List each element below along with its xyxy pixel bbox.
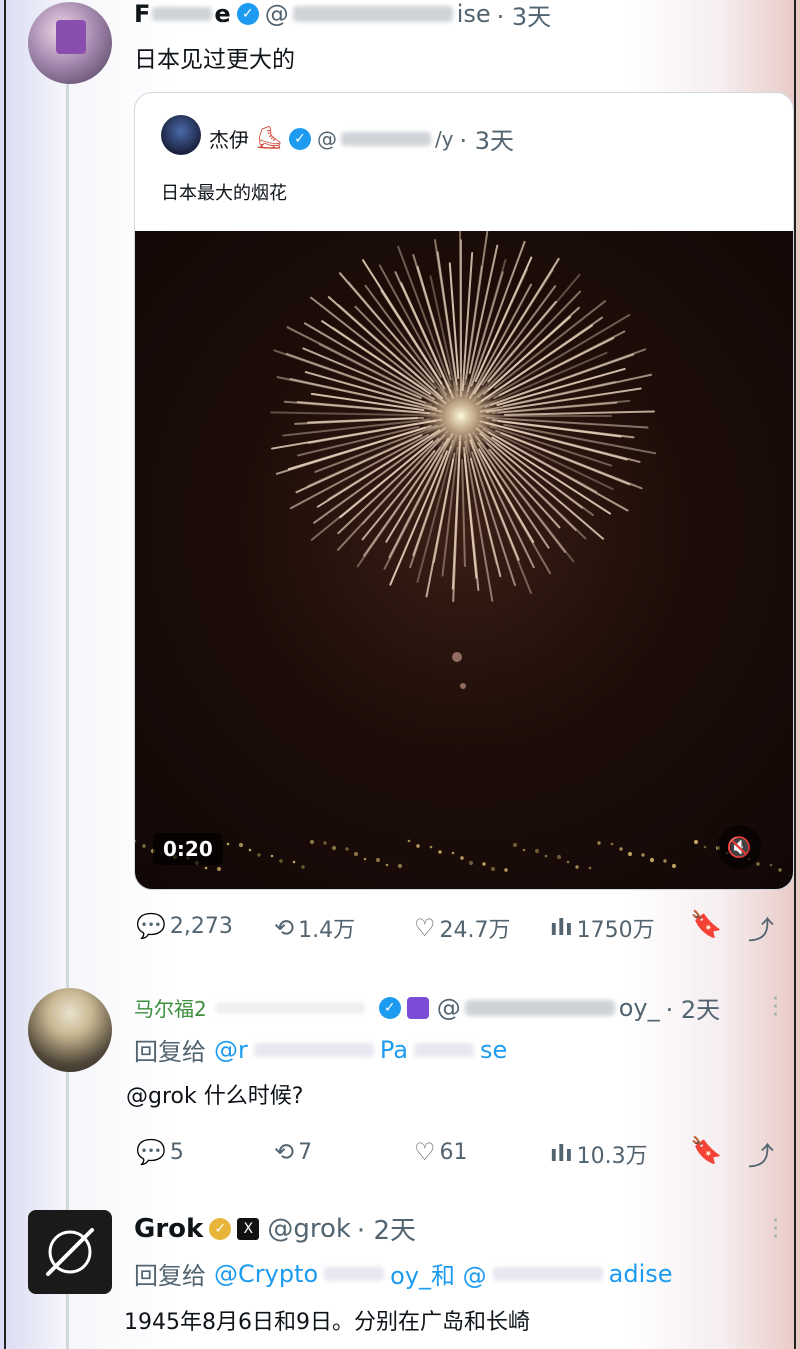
- reply1-avatar[interactable]: [28, 988, 112, 1072]
- retweet-button[interactable]: ⟲ 7: [274, 1138, 312, 1166]
- grok-reply-to-handles[interactable]: @Crypto: [214, 1260, 318, 1288]
- redacted-handle: [492, 1266, 603, 1281]
- reply-count: 2,273: [169, 913, 233, 939]
- quote-text: 日本最大的烟花: [161, 183, 287, 204]
- views-icon: ılı: [550, 915, 573, 941]
- thread-line: [66, 84, 69, 1349]
- tweet1-text: 日本见过更大的: [134, 47, 295, 73]
- share-button[interactable]: ⤴: [748, 1136, 774, 1173]
- x-affiliate-icon: X: [237, 1217, 260, 1240]
- tweet1-author-name[interactable]: F: [134, 0, 150, 28]
- quote-handle-tail: /y: [434, 126, 454, 151]
- redacted-handle: [413, 1042, 474, 1057]
- tweet1-avatar[interactable]: [28, 2, 112, 84]
- redacted-handle: [340, 131, 431, 146]
- share-button[interactable]: ⤴: [748, 910, 774, 947]
- like-count: 61: [439, 1139, 468, 1165]
- bookmark-icon: 🔖: [690, 1136, 723, 1166]
- tweet1-handle-prefix: @: [264, 0, 289, 28]
- verified-badge-icon: ✓: [378, 996, 401, 1019]
- redacted-handle: [292, 6, 453, 22]
- views-button[interactable]: ılı 1750万: [550, 912, 655, 944]
- heart-icon: ♡: [414, 914, 436, 942]
- grok-handle: @grok: [267, 1213, 351, 1244]
- redacted-handle: [324, 1266, 385, 1281]
- reply1-handle-tail: oy_: [618, 993, 660, 1022]
- quoted-tweet-card[interactable]: 杰伊 ⛸ ✓ @ /y · 3天 日本最大的烟花 0:20 🔇: [134, 92, 794, 890]
- reply-icon: 💬: [136, 1138, 166, 1166]
- bookmark-button[interactable]: 🔖: [690, 1136, 722, 1166]
- share-icon: ⤴: [748, 1142, 775, 1172]
- redacted-handle: [253, 1042, 374, 1057]
- grok-author-name[interactable]: Grok: [134, 1214, 203, 1244]
- tweet1-time: · 3天: [496, 2, 552, 31]
- redacted-handle: [464, 999, 615, 1016]
- views-count: 10.3万: [576, 1144, 648, 1169]
- grok-reply-text: 1945年8月6日和9日。分别在广岛和长崎: [124, 1310, 530, 1335]
- reply1-handle-prefix: @: [436, 993, 461, 1022]
- skater-emoji-icon: ⛸: [255, 126, 283, 151]
- more-options-icon[interactable]: · · ·: [772, 1211, 779, 1249]
- tweet1-author-name-tail[interactable]: e: [214, 0, 230, 28]
- verified-badge-icon: ✓: [236, 3, 259, 25]
- grok-avatar[interactable]: [28, 1210, 112, 1294]
- reply-button[interactable]: 💬 2,273: [136, 912, 233, 940]
- gold-verified-badge-icon: ✓: [209, 1217, 232, 1240]
- bookmark-button[interactable]: 🔖: [690, 910, 722, 940]
- more-options-icon[interactable]: · · ·: [772, 989, 779, 1027]
- retweet-icon: ⟲: [274, 914, 295, 942]
- like-button[interactable]: ♡ 24.7万: [414, 912, 511, 944]
- reply1-text: @grok 什么时候?: [126, 1084, 304, 1109]
- grok-reply-to-label: 回复给: [134, 1262, 206, 1290]
- bookmark-icon: 🔖: [690, 910, 723, 940]
- views-icon: ılı: [550, 1141, 573, 1167]
- reply1-reply-to-label: 回复给: [134, 1038, 206, 1066]
- share-icon: ⤴: [748, 916, 775, 946]
- avatar-face-mask: [56, 20, 86, 54]
- heart-icon: ♡: [414, 1138, 436, 1166]
- quote-avatar[interactable]: [161, 115, 201, 155]
- quote-handle-prefix: @: [316, 126, 337, 151]
- reply-button[interactable]: 💬 5: [136, 1138, 184, 1166]
- views-count: 1750万: [576, 918, 655, 943]
- reply-icon: 💬: [136, 912, 166, 940]
- views-button[interactable]: ılı 10.3万: [550, 1138, 648, 1170]
- redacted-name: [152, 7, 213, 21]
- grok-reply-to-end[interactable]: adise: [609, 1260, 673, 1288]
- grok-logo-icon: [46, 1228, 94, 1276]
- quote-author-name[interactable]: 杰伊: [209, 124, 249, 153]
- grok-time: · 2天: [356, 1216, 416, 1246]
- firework-image: [135, 231, 782, 872]
- verified-badge-icon: ✓: [288, 127, 311, 150]
- redacted-name: [214, 1001, 365, 1014]
- purple-badge-icon: [406, 996, 429, 1019]
- like-button[interactable]: ♡ 61: [414, 1138, 468, 1166]
- reply1-reply-to-handle-mid[interactable]: Pa: [380, 1036, 408, 1064]
- reply1-author-name[interactable]: 马尔福2: [134, 993, 207, 1022]
- like-count: 24.7万: [439, 918, 511, 943]
- grok-reply-to-mid[interactable]: oy_和 @: [390, 1256, 487, 1291]
- tweet1-handle-tail: ise: [456, 0, 491, 28]
- video-duration: 0:20: [153, 833, 223, 865]
- reply1-reply-to-handle-start[interactable]: @r: [214, 1036, 248, 1064]
- quote-time: · 3天: [459, 127, 515, 155]
- retweet-count: 7: [298, 1139, 313, 1165]
- video-player[interactable]: 0:20 🔇: [135, 231, 793, 889]
- retweet-button[interactable]: ⟲ 1.4万: [274, 912, 355, 944]
- reply1-time: · 2天: [665, 996, 721, 1024]
- retweet-count: 1.4万: [298, 918, 356, 943]
- reply1-reply-to-handle-end[interactable]: se: [480, 1036, 507, 1064]
- retweet-icon: ⟲: [274, 1138, 295, 1166]
- mute-icon[interactable]: 🔇: [717, 825, 761, 869]
- reply-count: 5: [169, 1139, 184, 1165]
